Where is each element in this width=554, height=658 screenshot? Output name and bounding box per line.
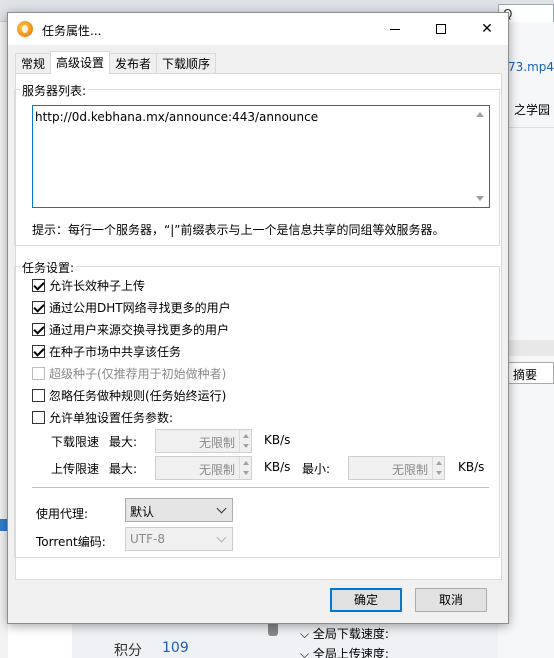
checkbox[interactable] (32, 410, 45, 424)
checkbox[interactable] (32, 388, 45, 402)
tab-advanced[interactable]: 高级设置 (50, 51, 111, 74)
spinner-buttons[interactable] (432, 457, 444, 479)
spinner-buttons[interactable] (239, 430, 251, 452)
download-unit-label: KB/s (264, 433, 291, 447)
option-label: 忽略任务做种规则(任务始终运行) (49, 388, 227, 403)
maximize-button[interactable] (418, 13, 464, 45)
checkbox[interactable] (32, 344, 45, 358)
upload-unit-label: KB/s (264, 460, 291, 474)
tab-bar: 常规 高级设置 发布者 下载顺序 (15, 51, 217, 74)
spin-up-icon[interactable] (243, 434, 249, 438)
spinner-value: 无限制 (198, 463, 235, 477)
upload-min-spinner[interactable]: 无限制 (348, 456, 445, 480)
option-long-term-seeding[interactable]: 允许长效种子上传 (32, 277, 145, 293)
app-logo-icon (17, 21, 33, 37)
option-individual-params[interactable]: 允许单独设置任务参数: (32, 409, 173, 425)
ok-button[interactable]: 确定 (330, 588, 402, 612)
checkbox[interactable] (32, 278, 45, 292)
server-list-textarea[interactable]: http://0d.kebhana.mx/announce:443/announ… (32, 105, 490, 208)
checkbox[interactable] (32, 300, 45, 314)
upload-min-unit-label: KB/s (458, 460, 485, 474)
close-icon: ✕ (481, 21, 493, 37)
upload-max-spinner[interactable]: 无限制 (155, 456, 252, 480)
background-tab-summary[interactable]: 摘要 (508, 362, 554, 384)
spin-down-icon[interactable] (243, 444, 249, 448)
proxy-label: 使用代理: (36, 507, 89, 521)
settings-divider (32, 487, 489, 488)
upload-max-label: 最大: (109, 462, 138, 476)
server-list-title: 服务器列表: (20, 82, 89, 99)
option-label: 通过公用DHT网络寻找更多的用户 (49, 300, 231, 315)
scroll-down-icon[interactable] (476, 196, 484, 201)
server-list-text: http://0d.kebhana.mx/announce:443/announ… (35, 110, 319, 124)
option-label: 超级种子(仅推荐用于初始做种者) (49, 366, 227, 381)
spinner-value: 无限制 (391, 463, 428, 477)
task-settings-title: 任务设置: (20, 259, 77, 276)
upload-limit-label: 上传限速 (51, 462, 100, 476)
server-list-scrollbar[interactable] (472, 106, 489, 207)
background-stat-download: ⌵ 全局下载速度: (300, 627, 389, 641)
server-list-hint: 提示：每行一个服务器，“|”前缀表示与上一个是信息共享的同组等效服务器。 (32, 223, 445, 237)
background-text: 之学园 (514, 103, 551, 117)
download-limit-label: 下载限速 (51, 435, 100, 449)
spin-up-icon[interactable] (243, 461, 249, 465)
background-points-value: 109 (162, 640, 189, 656)
proxy-select[interactable]: 默认 (125, 498, 233, 522)
option-super-seed: 超级种子(仅推荐用于初始做种者) (32, 365, 226, 381)
option-label: 在种子市场中共享该任务 (49, 344, 182, 359)
chevron-down-icon (216, 532, 227, 543)
download-max-label: 最大: (109, 435, 138, 449)
spin-down-icon[interactable] (436, 471, 442, 475)
option-dht[interactable]: 通过公用DHT网络寻找更多的用户 (32, 299, 231, 315)
spinner-buttons[interactable] (239, 457, 251, 479)
maximize-icon (436, 24, 446, 34)
proxy-selected-value: 默认 (130, 505, 155, 519)
option-share-market[interactable]: 在种子市场中共享该任务 (32, 343, 181, 359)
option-label: 允许单独设置任务参数: (49, 410, 174, 425)
spin-up-icon[interactable] (436, 461, 442, 465)
tab-publisher[interactable]: 发布者 (109, 53, 158, 74)
chevron-down-icon (216, 503, 227, 514)
encoding-selected-value: UTF-8 (130, 532, 165, 546)
minimize-icon (390, 28, 400, 30)
checkbox[interactable] (32, 322, 45, 336)
background-scroll-thumb[interactable] (268, 622, 278, 636)
tab-general[interactable]: 常规 (15, 53, 52, 74)
spin-down-icon[interactable] (243, 471, 249, 475)
dialog-title: 任务属性... (42, 24, 102, 38)
encoding-label: Torrent编码: (36, 535, 106, 549)
encoding-select: UTF-8 (125, 527, 233, 551)
upload-min-label: 最小: (302, 462, 331, 476)
background-stat-upload: ⌵ 全局上传速度: (300, 647, 389, 658)
close-button[interactable]: ✕ (464, 13, 510, 45)
option-label: 通过用户来源交换寻找更多的用户 (49, 322, 230, 337)
option-label: 允许长效种子上传 (49, 278, 146, 293)
background-points-label: 积分 (114, 643, 142, 658)
option-ignore-seed-rules[interactable]: 忽略任务做种规则(任务始终运行) (32, 387, 226, 403)
checkbox (32, 366, 45, 380)
download-max-spinner[interactable]: 无限制 (155, 429, 252, 453)
spinner-value: 无限制 (198, 436, 235, 450)
minimize-button[interactable] (372, 13, 418, 45)
background-file-link[interactable]: 73.mp4 (508, 60, 554, 74)
option-peer-exchange[interactable]: 通过用户来源交换寻找更多的用户 (32, 321, 229, 337)
title-bar[interactable]: 任务属性... ✕ (8, 13, 508, 45)
tab-download-order[interactable]: 下载顺序 (156, 53, 217, 74)
scroll-up-icon[interactable] (476, 112, 484, 117)
cancel-button[interactable]: 取消 (415, 588, 487, 612)
